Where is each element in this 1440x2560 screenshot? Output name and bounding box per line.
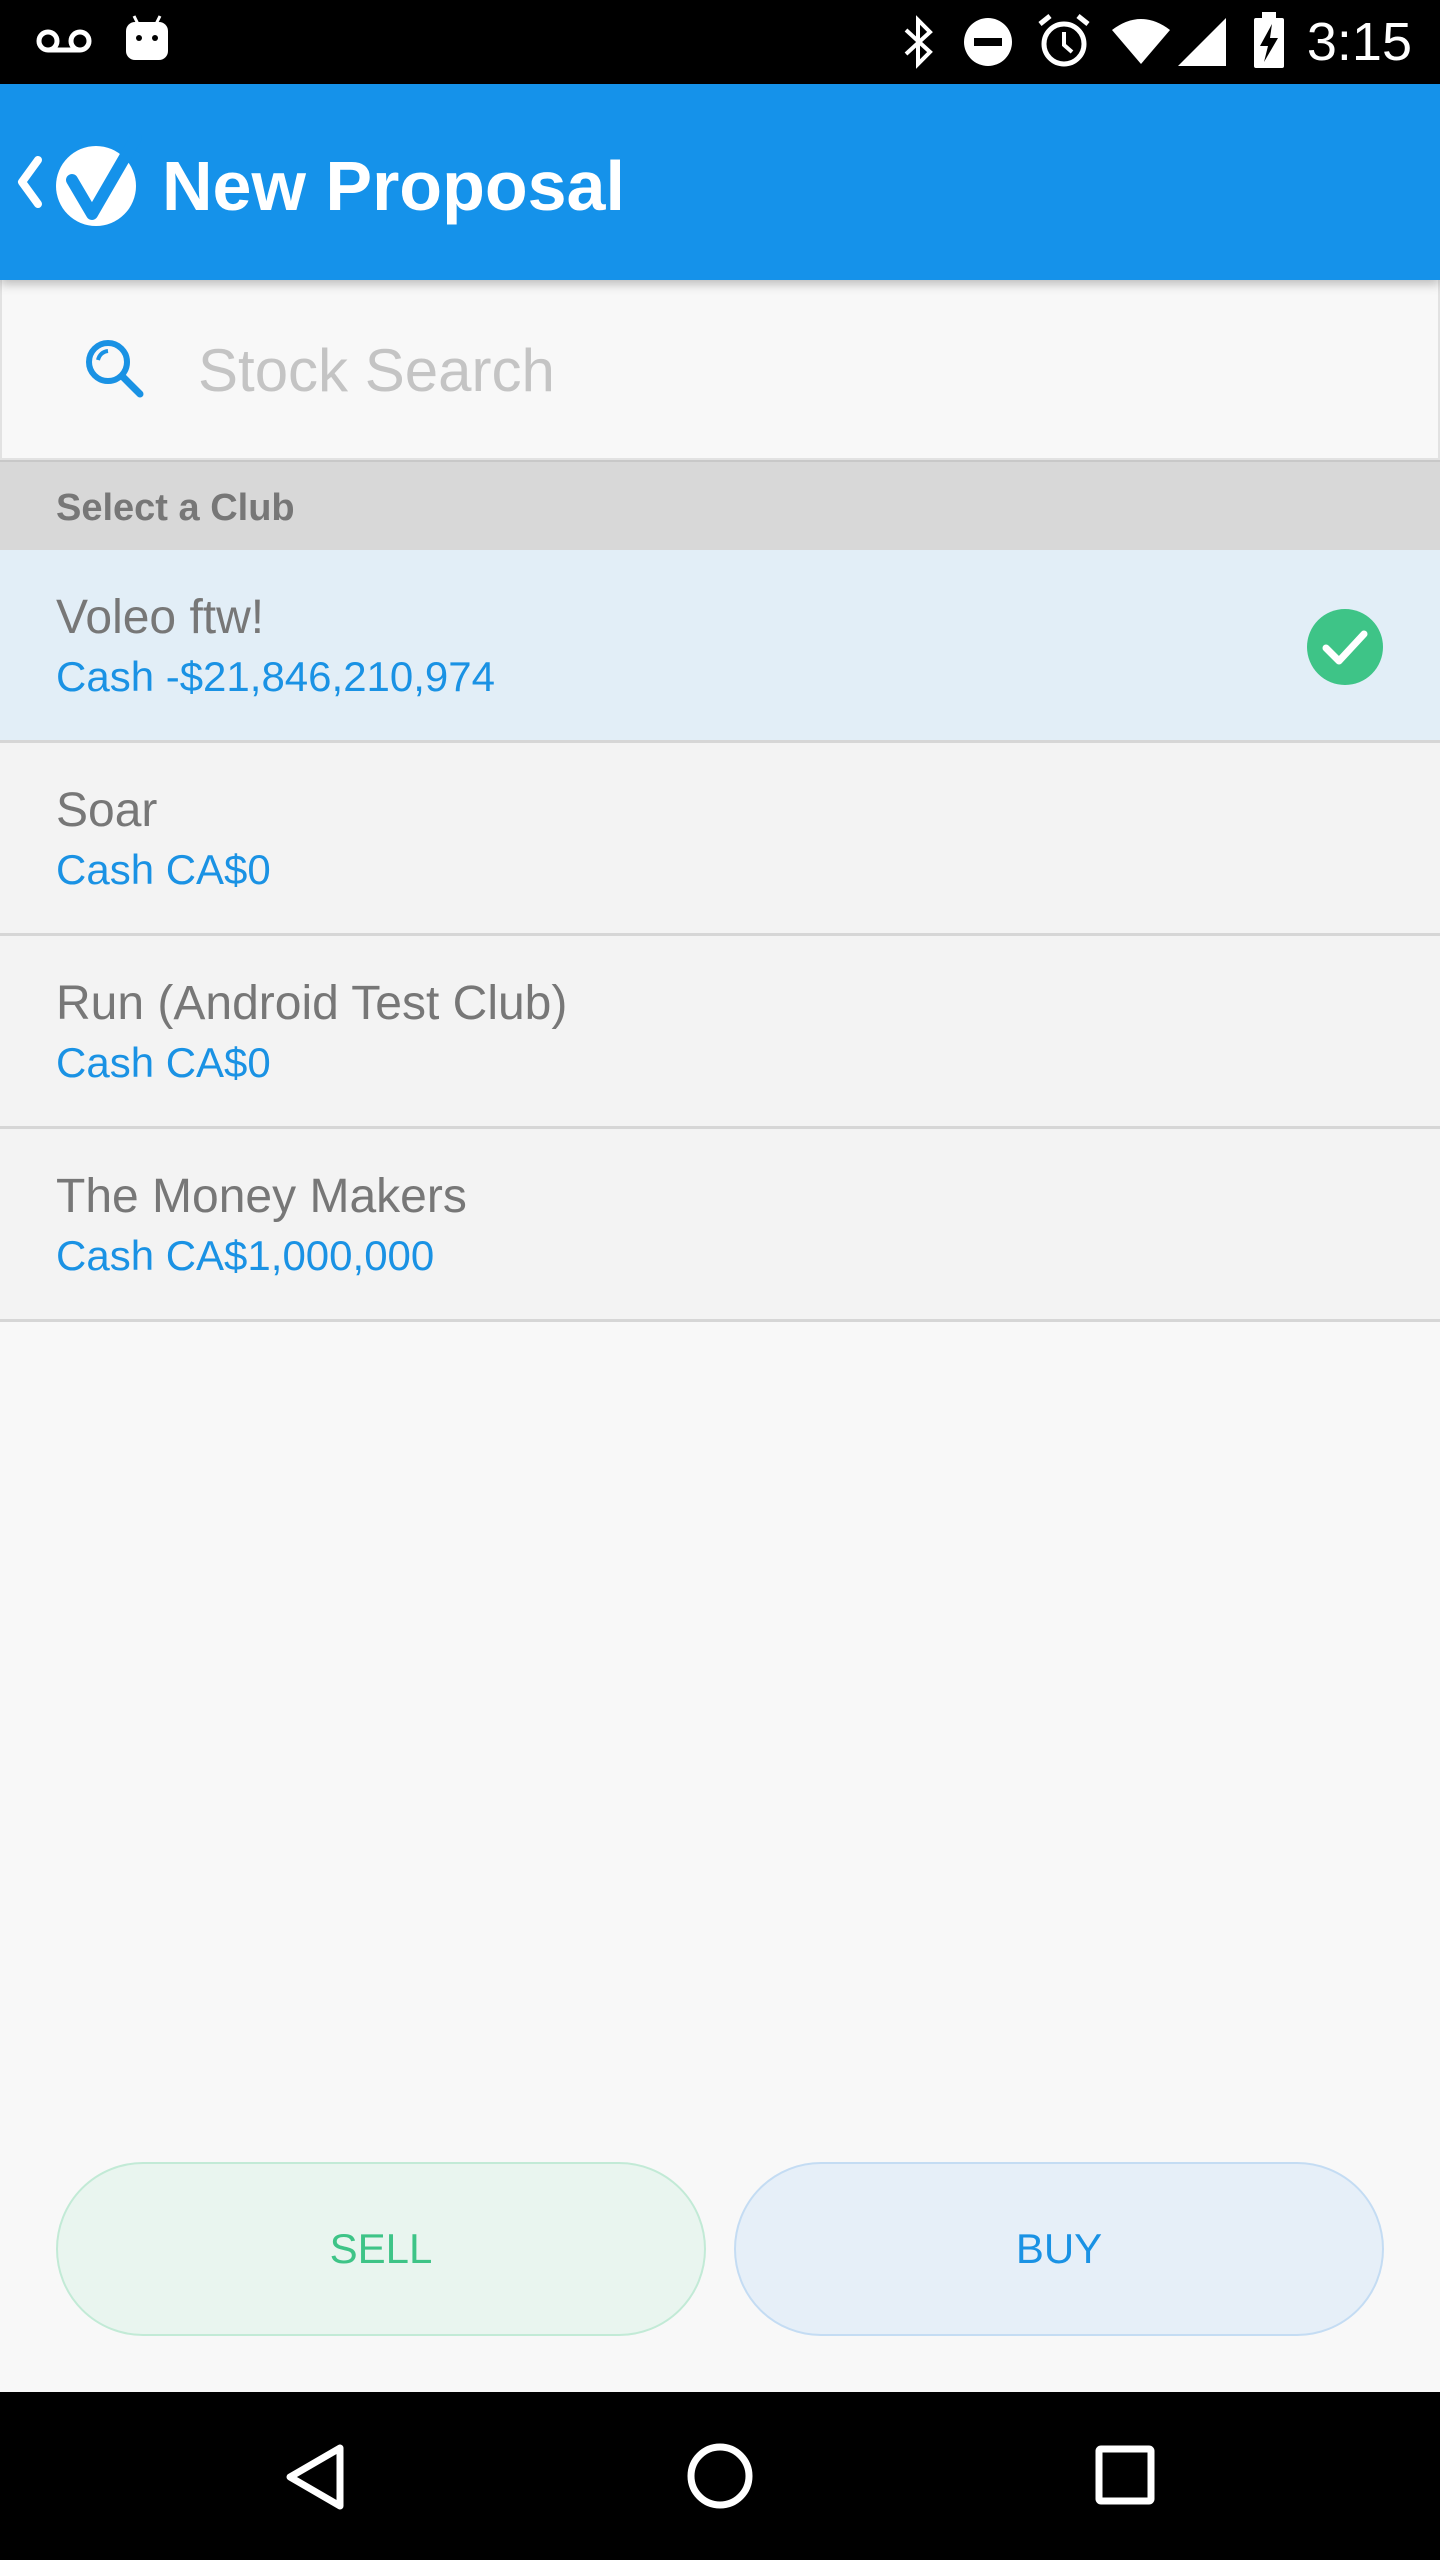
system-nav-bar [0, 2392, 1440, 2560]
alarm-icon [1038, 14, 1090, 67]
search-icon [86, 340, 144, 398]
club-item[interactable]: Voleo ftw! Cash -$21,846,210,974 [0, 550, 1440, 743]
recents-square-icon[interactable] [1094, 2444, 1156, 2506]
signal-icon [1178, 18, 1226, 66]
stock-search-bar [0, 280, 1440, 460]
clock: 3:15 [1306, 12, 1412, 72]
club-item[interactable]: Soar Cash CA$0 [0, 743, 1440, 936]
voicemail-icon [36, 29, 92, 53]
club-cash: Cash -$21,846,210,974 [56, 653, 496, 700]
club-cash: Cash CA$0 [56, 1039, 271, 1086]
battery-charging-icon [1254, 12, 1284, 68]
club-name: Soar [56, 784, 158, 837]
section-header: Select a Club [0, 460, 1440, 550]
club-cash: Cash CA$1,000,000 [56, 1232, 435, 1279]
back-triangle-icon[interactable] [284, 2442, 348, 2512]
stock-search-input[interactable] [198, 328, 1378, 412]
buy-button[interactable]: BUY [734, 2162, 1384, 2336]
check-circle-icon [1307, 609, 1383, 685]
voleo-logo-icon [56, 134, 142, 226]
club-list: Voleo ftw! Cash -$21,846,210,974 Soar Ca… [0, 550, 1440, 1322]
bluetooth-icon [904, 15, 933, 69]
app-bar: New Proposal [0, 84, 1440, 280]
wifi-icon [1112, 19, 1170, 64]
status-bar: 3:15 [0, 0, 1440, 84]
do-not-disturb-icon [964, 18, 1012, 66]
section-header-label: Select a Club [56, 487, 295, 529]
page-title: New Proposal [162, 147, 625, 225]
android-icon [126, 15, 168, 60]
club-item[interactable]: Run (Android Test Club) Cash CA$0 [0, 936, 1440, 1129]
club-name: Run (Android Test Club) [56, 977, 568, 1030]
club-cash: Cash CA$0 [56, 846, 271, 893]
club-name: Voleo ftw! [56, 591, 265, 644]
home-circle-icon[interactable] [686, 2442, 754, 2510]
club-item[interactable]: The Money Makers Cash CA$1,000,000 [0, 1129, 1440, 1322]
club-name: The Money Makers [56, 1170, 467, 1223]
chevron-left-icon[interactable] [14, 154, 44, 210]
sell-button[interactable]: SELL [56, 2162, 706, 2336]
